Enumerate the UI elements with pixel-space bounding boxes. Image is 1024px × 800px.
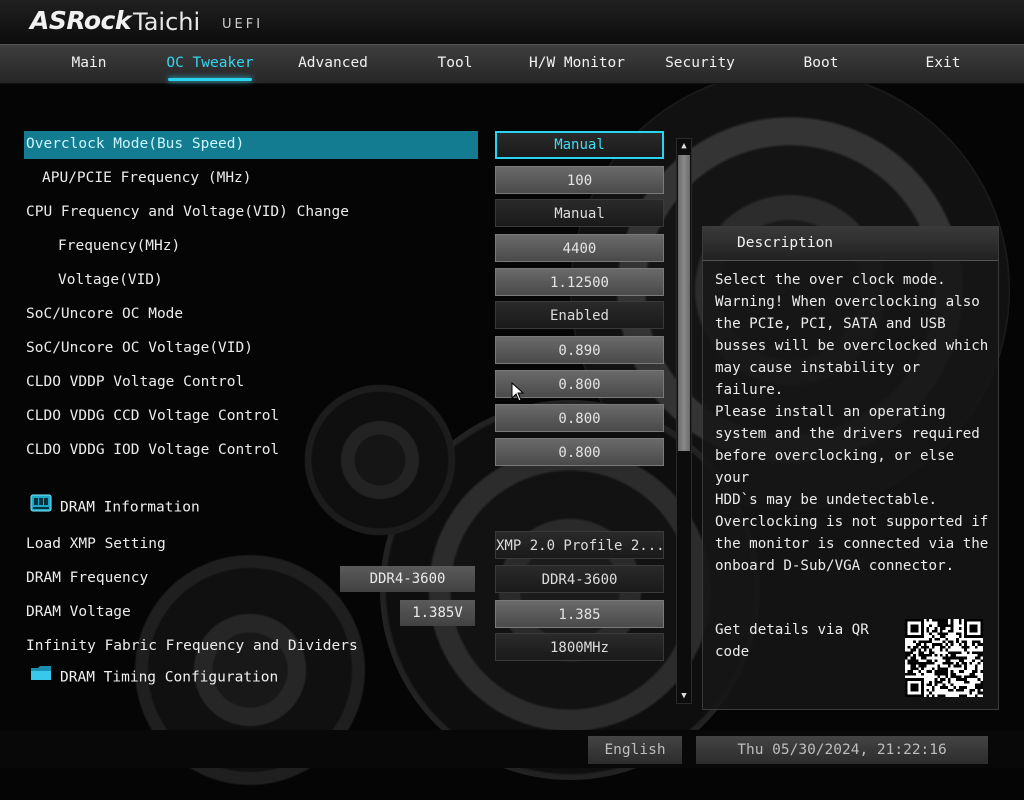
date-time-display: Thu 05/30/2024, 21:22:16	[696, 736, 988, 764]
mouse-pointer-icon	[511, 381, 525, 406]
load-xmp-value[interactable]: XMP 2.0 Profile 2...	[495, 531, 664, 559]
voltage-vid-value[interactable]: 1.12500	[495, 268, 664, 296]
setting-cpu-freq-voltage-change[interactable]: CPU Frequency and Voltage(VID) Change	[24, 199, 478, 227]
scroll-up-arrow-icon[interactable]: ▲	[677, 139, 691, 153]
overclock-mode-value[interactable]: Manual	[495, 131, 664, 159]
setting-cldo-vddp[interactable]: CLDO VDDP Voltage Control	[24, 369, 478, 397]
cldo-vddg-ccd-value[interactable]: 0.800	[495, 404, 664, 432]
tab-main[interactable]: Main	[29, 45, 149, 83]
soc-uncore-oc-voltage-value[interactable]: 0.890	[495, 336, 664, 364]
dram-frequency-current: DDR4-3600	[340, 566, 475, 592]
tab-hw-monitor[interactable]: H/W Monitor	[517, 45, 637, 83]
setting-soc-uncore-oc-mode[interactable]: SoC/Uncore OC Mode	[24, 301, 478, 329]
setting-dram-frequency[interactable]: DRAM Frequency	[24, 565, 336, 593]
scrollbar-thumb[interactable]	[678, 155, 690, 451]
dram-information-label: DRAM Information	[60, 499, 200, 516]
soc-uncore-oc-mode-value[interactable]: Enabled	[495, 301, 664, 329]
memory-module-icon	[30, 494, 52, 521]
dram-information-section: DRAM Information	[30, 494, 200, 520]
tab-exit[interactable]: Exit	[883, 45, 1003, 83]
qr-code-icon	[905, 619, 983, 697]
scroll-down-arrow-icon[interactable]: ▼	[677, 689, 691, 703]
infinity-fabric-value[interactable]: 1800MHz	[495, 633, 664, 661]
cpu-freq-voltage-change-value[interactable]: Manual	[495, 199, 664, 227]
tab-oc-tweaker[interactable]: OC Tweaker	[150, 45, 270, 83]
dram-timing-configuration-label: DRAM Timing Configuration	[60, 669, 279, 686]
setting-overclock-mode[interactable]: Overclock Mode(Bus Speed)	[24, 131, 478, 159]
brand-header: ASRock Taichi UEFI	[0, 0, 1024, 44]
model-name: Taichi	[133, 8, 201, 36]
settings-scrollbar[interactable]: ▲ ▼	[676, 138, 692, 704]
apu-pcie-frequency-value[interactable]: 100	[495, 166, 664, 194]
qr-code-label: Get details via QR code	[715, 622, 869, 660]
cldo-vddg-iod-value[interactable]: 0.800	[495, 438, 664, 466]
firmware-label: UEFI	[222, 17, 264, 32]
frequency-mhz-value[interactable]: 4400	[495, 234, 664, 262]
dram-frequency-value[interactable]: DDR4-3600	[495, 565, 664, 593]
description-text: Select the over clock mode. Warning! Whe…	[715, 272, 989, 574]
setting-soc-uncore-oc-voltage[interactable]: SoC/Uncore OC Voltage(VID)	[24, 335, 478, 363]
setting-load-xmp[interactable]: Load XMP Setting	[24, 531, 478, 559]
tab-advanced[interactable]: Advanced	[273, 45, 393, 83]
dram-voltage-value[interactable]: 1.385	[495, 600, 664, 628]
dram-timing-configuration-section[interactable]: DRAM Timing Configuration	[30, 664, 278, 690]
setting-frequency-mhz[interactable]: Frequency(MHz)	[24, 233, 476, 261]
description-title: Description	[703, 227, 998, 261]
tab-security[interactable]: Security	[640, 45, 760, 83]
description-panel: Description Select the over clock mode. …	[702, 226, 999, 710]
setting-cldo-vddg-iod[interactable]: CLDO VDDG IOD Voltage Control	[24, 437, 478, 465]
setting-voltage-vid[interactable]: Voltage(VID)	[24, 267, 476, 295]
language-button[interactable]: English	[588, 736, 682, 764]
main-tab-bar: Main OC Tweaker Advanced Tool H/W Monito…	[0, 44, 1024, 84]
tab-tool[interactable]: Tool	[395, 45, 515, 83]
asrock-logo: ASRock	[30, 6, 131, 35]
tab-boot[interactable]: Boot	[761, 45, 881, 83]
folder-icon	[30, 664, 52, 691]
setting-apu-pcie-frequency[interactable]: APU/PCIE Frequency (MHz)	[24, 165, 476, 193]
dram-voltage-current: 1.385V	[400, 600, 475, 626]
setting-dram-voltage[interactable]: DRAM Voltage	[24, 599, 396, 627]
setting-infinity-fabric[interactable]: Infinity Fabric Frequency and Dividers	[24, 633, 478, 661]
setting-cldo-vddg-ccd[interactable]: CLDO VDDG CCD Voltage Control	[24, 403, 478, 431]
